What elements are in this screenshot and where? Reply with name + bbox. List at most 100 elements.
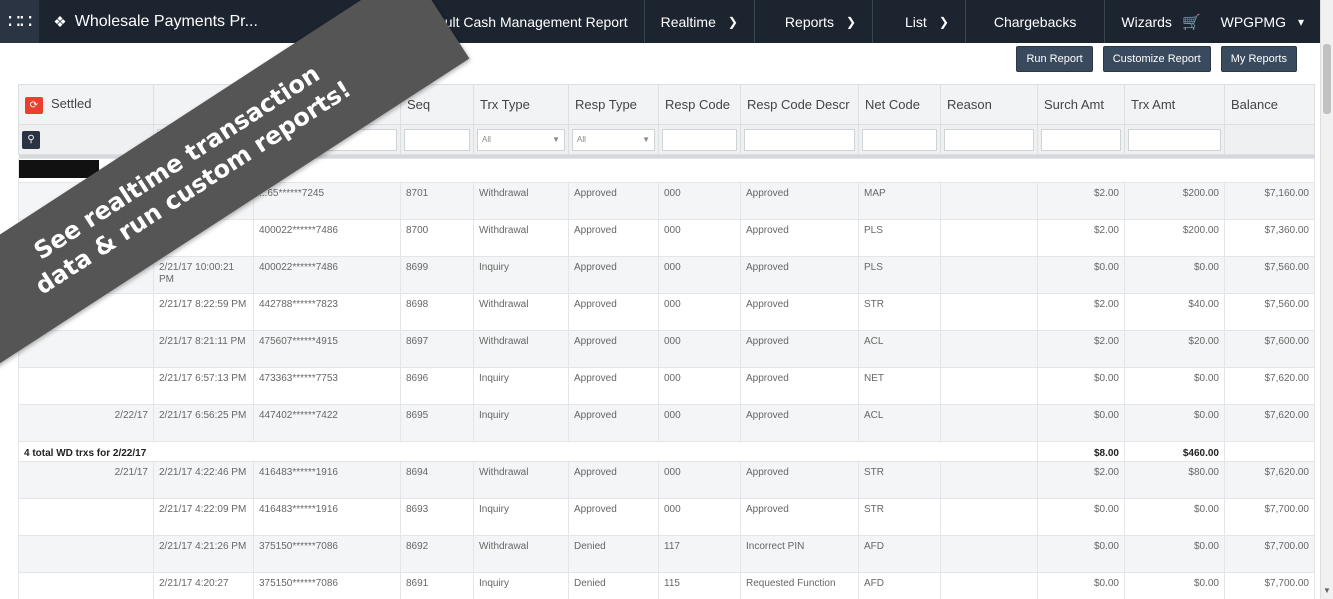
col-resp-descr[interactable]: Resp Code Descr [740, 84, 859, 125]
cell-seq: 8691 [400, 572, 474, 599]
col-trx-type[interactable]: Trx Type [473, 84, 569, 125]
filter-resp-code-input[interactable] [662, 128, 737, 151]
cell-balance: $7,560.00 [1224, 293, 1315, 331]
table-row[interactable]: 2/21/17 10:00:21 PM 400022******7486 8699 I… [18, 256, 1315, 294]
cell-descr: Approved [740, 498, 859, 536]
col-settled-label: Settled [51, 95, 92, 111]
cell-balance: $7,700.00 [1224, 535, 1315, 573]
table-row[interactable]: ...01:09400022******74868700WithdrawalAp… [18, 219, 1315, 257]
filter-resp-type-select[interactable]: All ▼ [572, 128, 655, 151]
cell-trx-type: Inquiry [473, 256, 569, 294]
table-row[interactable]: 2/21/17 2/21/17 4:22:46 PM 416483******191… [18, 461, 1315, 499]
cell-surch: $0.00 [1037, 256, 1125, 294]
cell-resp-code: 117 [658, 535, 741, 573]
cell-net: PLS [858, 256, 941, 294]
nav-user[interactable]: WPGPMG ▾ [1217, 0, 1320, 43]
cell-balance: $7,700.00 [1224, 572, 1315, 599]
table-row[interactable]: 2/21/17 6:57:13 PM 473363******7753 8696 In… [18, 367, 1315, 405]
cell-resp-code: 115 [658, 572, 741, 599]
cell-balance: $7,620.00 [1224, 367, 1315, 405]
nav-wizards[interactable]: Wizards 🛒 [1104, 0, 1216, 43]
run-report-button[interactable]: Run Report [1016, 46, 1093, 72]
col-balance[interactable]: Balance [1224, 84, 1315, 125]
cell-seq: 8698 [400, 293, 474, 331]
filter-reason-input[interactable] [944, 128, 1034, 151]
cell-trx-amt: $200.00 [1124, 219, 1225, 257]
app-grid-button[interactable]: ∷∷ [0, 0, 40, 43]
nav-realtime[interactable]: Realtime ❯ [643, 0, 754, 43]
scrollbar-thumb[interactable] [1323, 44, 1331, 114]
cell-trx-type: Withdrawal [473, 461, 569, 499]
scroll-down-icon[interactable]: ▼ [1323, 586, 1331, 595]
cell-surch: $0.00 [1037, 572, 1125, 599]
cell-resp-code: 000 [658, 404, 741, 442]
customize-report-button[interactable]: Customize Report [1102, 46, 1211, 72]
cell-trx-type: Withdrawal [473, 182, 569, 220]
table-row[interactable]: 2/22/17 2/21/17 6:56:25 PM 447402******742… [18, 404, 1315, 442]
col-resp-code[interactable]: Resp Code [658, 84, 741, 125]
cell-trx-amt: $200.00 [1124, 182, 1225, 220]
nav-chargebacks[interactable]: Chargebacks [964, 0, 1105, 43]
refresh-icon[interactable]: ⟳ [25, 96, 43, 114]
app-window: { "topbar": { "brand": "Wholesale Paymen… [0, 0, 1333, 599]
cell-surch: $0.00 [1037, 404, 1125, 442]
table-row[interactable]: 2/21/17 4:20:27 375150******7086 8691 Inqui… [18, 572, 1315, 599]
cell-descr: Approved [740, 461, 859, 499]
filter-net-input[interactable] [862, 128, 937, 151]
table-row[interactable]: 2/21/17 8:21:11 PM 475607******4915 8697 Wi… [18, 330, 1315, 368]
cell-net: ACL [858, 330, 941, 368]
filter-balance-cell [1224, 124, 1315, 155]
cell-time: 2/21/17 8:21:11 PM [153, 330, 254, 368]
cell-reason [940, 293, 1038, 331]
cell-settled [18, 367, 154, 405]
cell-resp-type: Approved [568, 367, 659, 405]
cell-surch: $2.00 [1037, 293, 1125, 331]
cell-card: 416483******1916 [253, 461, 401, 499]
table-row[interactable]: 2/21/17 8:22:59 PM 442788******7823 8698 Wi… [18, 293, 1315, 331]
cell-settled [18, 572, 154, 599]
filter-trx-type-select[interactable]: All ▼ [477, 128, 565, 151]
table-row[interactable]: 2/21/17 4:22:09 PM 416483******1916 8693 In… [18, 498, 1315, 536]
filter-seq-input[interactable] [404, 128, 470, 151]
my-reports-button[interactable]: My Reports [1220, 46, 1297, 72]
cart-icon[interactable]: 🛒 [1182, 13, 1201, 31]
col-surch[interactable]: Surch Amt [1037, 84, 1125, 125]
col-reason[interactable]: Reason [940, 84, 1038, 125]
search-icon[interactable]: ⚲ [22, 130, 40, 149]
caret-down-icon: ▼ [552, 135, 560, 144]
brand[interactable]: ❖ Wholesale Payments Pr... [39, 13, 363, 31]
cell-trx-amt: $20.00 [1124, 330, 1225, 368]
col-trx-amt[interactable]: Trx Amt [1124, 84, 1225, 125]
col-settled[interactable]: ⟳ Settled [18, 84, 154, 125]
cell-seq: 8700 [400, 219, 474, 257]
cell-card: 475607******4915 [253, 330, 401, 368]
cell-time: 2/21/17 4:20:27 [153, 572, 254, 599]
top-nav-bar: ∷∷ ❖ Wholesale Payments Pr... ▮ Default … [0, 0, 1320, 43]
brand-title: Wholesale Payments Pr... [74, 12, 258, 30]
cell-descr: Approved [740, 219, 859, 257]
col-resp-type[interactable]: Resp Type [568, 84, 659, 125]
cell-resp-type: Approved [568, 293, 659, 331]
cell-resp-type: Approved [568, 219, 659, 257]
col-net-code[interactable]: Net Code [858, 84, 941, 125]
nav-list[interactable]: List ❯ [872, 0, 965, 43]
cell-balance: $7,160.00 [1224, 182, 1315, 220]
cell-descr: Approved [740, 256, 859, 294]
cell-settled: 2/21/17 [18, 461, 154, 499]
cell-balance: $7,600.00 [1224, 330, 1315, 368]
table-row[interactable]: 2/21/17 4:21:26 PM 375150******7086 8692 Wi… [18, 535, 1315, 573]
cell-card: 400022******7486 [253, 256, 401, 294]
nav-reports[interactable]: Reports ❯ [753, 0, 872, 43]
cell-reason [940, 572, 1038, 599]
cell-card: 447402******7422 [253, 404, 401, 442]
cell-descr: Approved [740, 182, 859, 220]
table-body: ...65******7245 8701 Withdrawal Approved 000… [18, 182, 1315, 599]
cell-seq: 8695 [400, 404, 474, 442]
cell-descr: Approved [740, 367, 859, 405]
filter-surch-input[interactable] [1041, 128, 1121, 151]
filter-descr-input[interactable] [744, 128, 855, 151]
vertical-scrollbar[interactable]: ▼ [1320, 0, 1333, 599]
nav-chargebacks-label: Chargebacks [993, 13, 1077, 30]
filter-trx-amt-input[interactable] [1128, 128, 1221, 151]
cell-trx-amt: $0.00 [1124, 535, 1225, 573]
